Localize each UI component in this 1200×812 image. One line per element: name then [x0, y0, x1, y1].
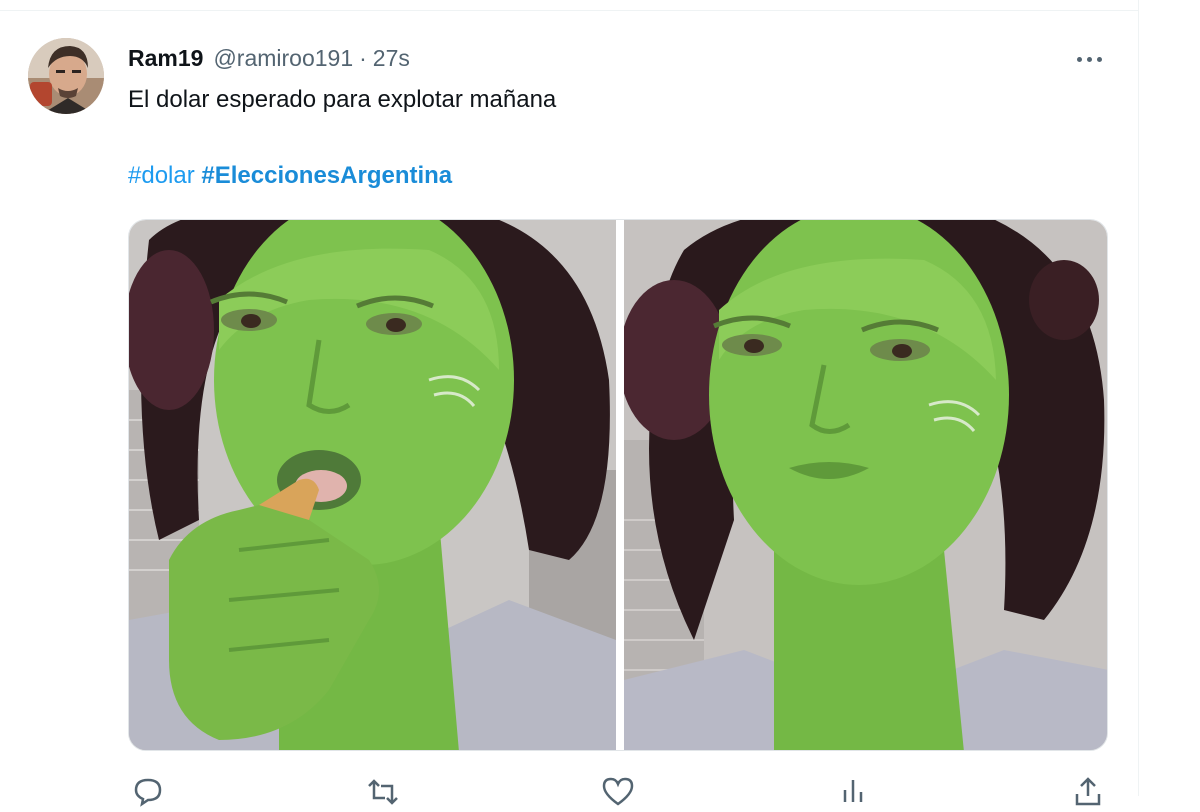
tweet-text: El dolar esperado para explotar mañana	[128, 86, 557, 113]
more-options-button[interactable]	[1066, 42, 1112, 76]
retweet-button[interactable]	[363, 772, 403, 812]
photo-green-woman-applying-lipstick-icon	[129, 220, 616, 750]
hashtag-dolar[interactable]: #dolar	[128, 162, 195, 189]
views-icon	[843, 780, 863, 802]
more-dot	[1096, 56, 1102, 62]
photo-green-woman-posing-icon	[624, 220, 1107, 750]
separator-dot: ·	[359, 44, 367, 71]
hashtag-line: #dolar #EleccionesArgentina	[128, 160, 452, 192]
display-name[interactable]: Ram19	[128, 45, 203, 72]
more-dot	[1086, 56, 1092, 62]
views-button[interactable]	[833, 772, 873, 812]
more-dot	[1076, 56, 1082, 62]
user-handle[interactable]: @ramiroo191	[213, 45, 353, 72]
tweet-actions	[128, 772, 1108, 812]
media-photo-left[interactable]	[129, 220, 616, 750]
like-icon	[602, 777, 634, 806]
retweet-icon	[368, 779, 398, 805]
share-button[interactable]	[1068, 772, 1108, 812]
media-photo-right[interactable]	[624, 220, 1107, 750]
tweet-header: Ram19 @ramiroo191 · 27s	[128, 41, 410, 75]
avatar[interactable]	[28, 38, 104, 114]
timeline-divider	[0, 10, 1138, 11]
reply-button[interactable]	[128, 772, 168, 812]
media-grid	[128, 219, 1108, 751]
hashtag-elecciones-argentina[interactable]: #EleccionesArgentina	[201, 162, 452, 189]
media-gap	[616, 220, 624, 750]
reply-icon	[134, 778, 162, 807]
timestamp[interactable]: 27s	[373, 45, 410, 72]
right-gutter	[1139, 0, 1200, 796]
share-icon	[1075, 777, 1101, 806]
like-button[interactable]	[598, 772, 638, 812]
